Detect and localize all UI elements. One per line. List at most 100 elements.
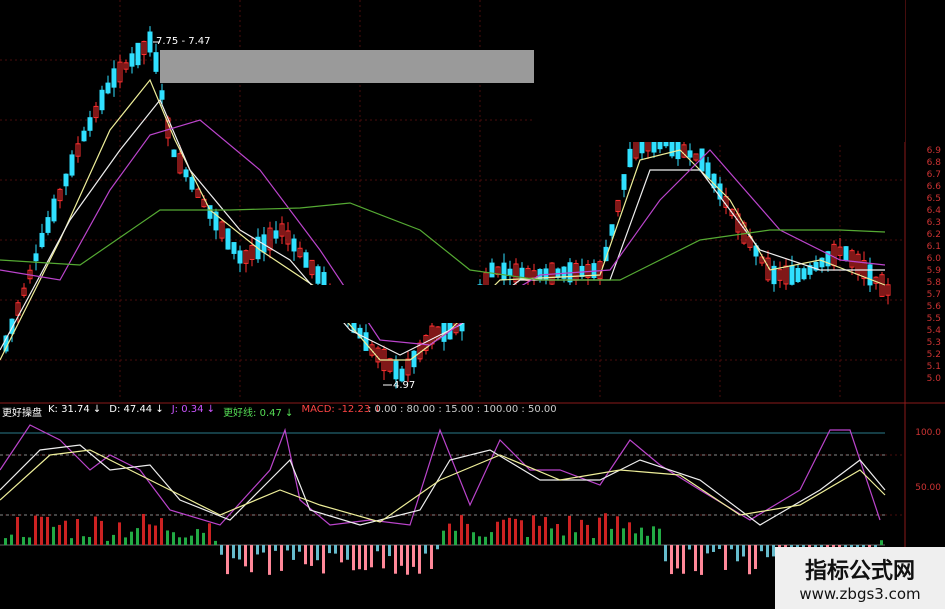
- price-tick: 5.3: [926, 338, 941, 348]
- indicator-bar: [448, 523, 451, 545]
- candle: [153, 52, 159, 72]
- indicator-bar: [682, 545, 685, 574]
- black-cover-middle: [287, 285, 657, 323]
- price-tick: 5.4: [926, 326, 941, 336]
- indicator-bar: [562, 535, 565, 545]
- indicator-bar: [430, 545, 433, 569]
- indicator-bar: [412, 545, 415, 567]
- indicator-bar: [172, 532, 175, 545]
- candle: [81, 130, 87, 142]
- indicator-bar: [196, 529, 199, 545]
- indicator-bar: [748, 545, 751, 575]
- indicator-values: K: 31.74 ↓ D: 47.44 ↓ J: 0.34 ↓ 更好线: 0.47 ↓…: [48, 404, 382, 419]
- indicator-bar: [670, 545, 673, 575]
- indicator-bar: [298, 545, 301, 552]
- price-tick: 6.1: [926, 242, 941, 252]
- indicator-bar: [88, 536, 91, 545]
- indicator-bar: [100, 520, 103, 545]
- indicator-bar: [28, 537, 31, 545]
- price-tick: 6.3: [926, 218, 941, 228]
- indicator-bar: [706, 545, 709, 554]
- indicator-bar: [406, 545, 409, 575]
- indicator-bar: [250, 545, 253, 573]
- indicator-tick: 100.0: [915, 428, 941, 438]
- candle: [189, 176, 195, 190]
- indicator-bar: [286, 545, 289, 551]
- indicator-bar: [130, 531, 133, 545]
- indicator-value: J: 0.34 ↓: [171, 404, 216, 415]
- indicator-bar: [4, 538, 7, 545]
- indicator-bar: [358, 545, 361, 570]
- indicator-bar: [82, 536, 85, 545]
- indicator-bar: [64, 520, 67, 545]
- indicator-bar: [544, 517, 547, 545]
- candle: [99, 89, 105, 111]
- candle: [507, 268, 513, 276]
- indicator-bar: [70, 538, 73, 545]
- candle: [39, 232, 45, 248]
- kdj-lines: [0, 424, 886, 526]
- indicator-bar: [334, 545, 337, 554]
- indicator-bar: [580, 519, 583, 545]
- candle: [225, 228, 231, 250]
- indicator-bar: [46, 516, 49, 545]
- indicator-bar: [880, 540, 883, 545]
- price-tick: 6.0: [926, 254, 941, 264]
- candle: [33, 253, 39, 262]
- indicator-bar: [184, 537, 187, 545]
- indicator-bar: [238, 545, 241, 560]
- indicator-bar: [10, 534, 13, 545]
- indicator-bar: [22, 536, 25, 545]
- indicator-bar: [724, 545, 727, 570]
- indicator-bar: [484, 536, 487, 545]
- price-tick: 6.7: [926, 170, 941, 180]
- indicator-bar: [658, 528, 661, 545]
- candle: [801, 268, 807, 280]
- candle: [687, 150, 693, 158]
- indicator-bar: [352, 545, 355, 571]
- indicator-value: D: 47.44 ↓: [109, 404, 164, 415]
- candle: [393, 360, 399, 380]
- indicator-bar: [322, 545, 325, 574]
- chart-canvas: [0, 0, 945, 609]
- indicator-bar: [592, 538, 595, 545]
- candle: [183, 169, 189, 178]
- indicator-bar: [178, 537, 181, 545]
- indicator-bar: [766, 545, 769, 558]
- price-tick: 5.9: [926, 266, 941, 276]
- indicator-bar: [436, 545, 439, 550]
- indicator-bar: [598, 517, 601, 545]
- indicator-bar: [622, 528, 625, 545]
- candle: [51, 198, 57, 222]
- candle: [303, 252, 309, 268]
- price-tick: 6.5: [926, 194, 941, 204]
- indicator-bar: [754, 545, 757, 570]
- candle: [159, 90, 165, 100]
- candle: [105, 82, 111, 94]
- candle: [231, 242, 237, 254]
- indicator-bar: [304, 545, 307, 565]
- candle: [411, 350, 417, 368]
- black-cover-top-right: [534, 0, 905, 142]
- indicator-bar: [730, 545, 733, 550]
- d-line: [0, 449, 886, 523]
- indicator-bar: [340, 545, 343, 563]
- indicator-bar: [190, 535, 193, 545]
- indicator-bar: [400, 545, 403, 566]
- indicator-bar: [502, 519, 505, 545]
- indicator-bar: [52, 526, 55, 545]
- indicator-bar: [472, 532, 475, 545]
- indicator-bar: [526, 536, 529, 545]
- indicator-bar: [106, 540, 109, 545]
- indicator-bar: [310, 545, 313, 566]
- indicator-bar: [226, 545, 229, 575]
- indicator-bar: [280, 545, 283, 571]
- indicator-bar: [364, 545, 367, 571]
- indicator-bar: [34, 515, 37, 545]
- indicator-bar: [640, 527, 643, 545]
- indicator-bar: [274, 545, 277, 551]
- price-tick: 6.4: [926, 206, 941, 216]
- watermark: 指标公式网 www.zbgs3.com: [775, 547, 945, 609]
- indicator-bar: [76, 519, 79, 545]
- low-price-label: 4.97: [393, 380, 416, 391]
